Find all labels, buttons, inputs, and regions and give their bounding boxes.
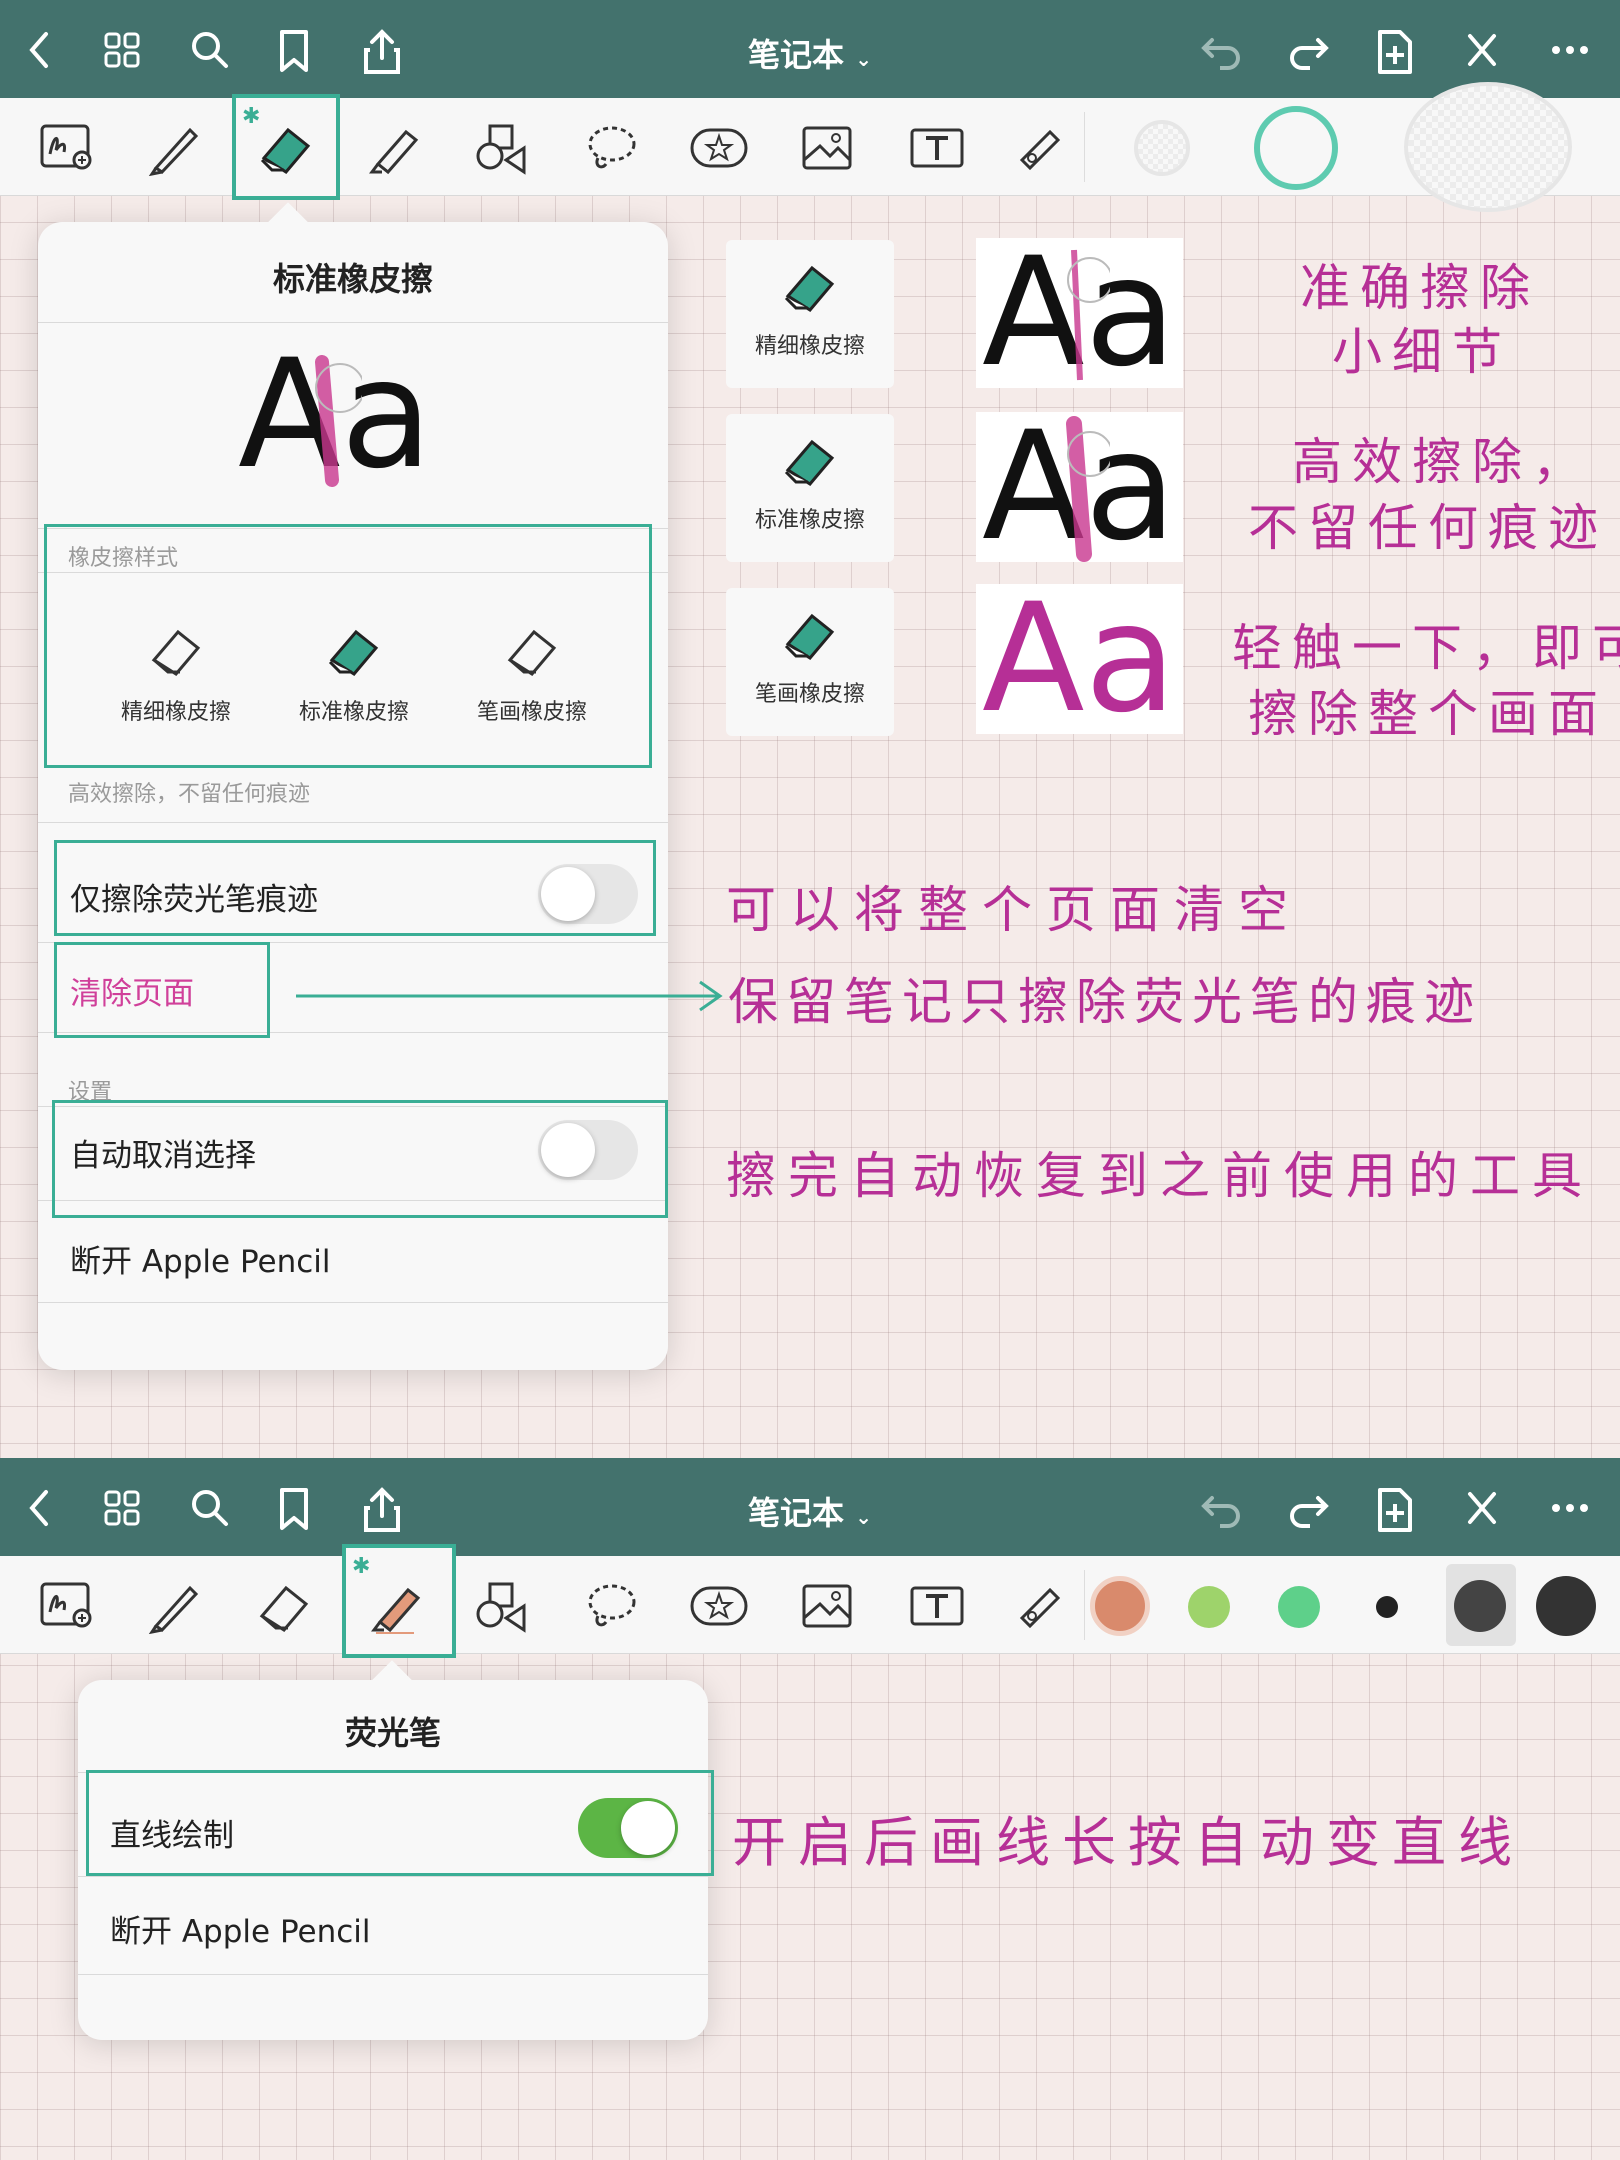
highlighter-icon[interactable] <box>364 120 426 176</box>
more-icon[interactable] <box>1548 1486 1592 1530</box>
auto-deselect-highlight-box <box>52 1100 668 1218</box>
add-page-icon[interactable] <box>1374 28 1414 76</box>
zoom-write-icon[interactable] <box>36 120 98 176</box>
annotation-stroke-2: 擦除整个画面 <box>1248 685 1608 743</box>
image-icon[interactable] <box>796 120 858 176</box>
eraser-size-small[interactable] <box>1134 120 1190 176</box>
annotation-standard-2: 不留任何痕迹 <box>1248 499 1608 557</box>
undo-icon[interactable] <box>1198 28 1246 72</box>
eraser-size-large[interactable] <box>1404 82 1572 212</box>
pen-icon[interactable] <box>142 120 204 176</box>
size-swatch-small[interactable] <box>1376 1596 1398 1618</box>
sticker-icon[interactable] <box>688 1578 750 1634</box>
top-navbar: 笔记本 ⌄ <box>0 0 1620 98</box>
shapes-icon[interactable] <box>470 1578 532 1634</box>
color-swatch-lightgreen[interactable] <box>1188 1586 1230 1628</box>
notebook-title[interactable]: 笔记本 <box>748 36 844 74</box>
panel-title: 标准橡皮擦 <box>272 260 433 298</box>
notebook-title[interactable]: 笔记本 <box>748 1494 844 1532</box>
arrow-connector <box>296 980 723 1012</box>
annotation-stroke-1: 轻触一下，即可 <box>1232 619 1620 677</box>
laser-pointer-icon[interactable] <box>1010 120 1072 176</box>
lasso-icon[interactable] <box>580 120 642 176</box>
bluetooth-icon: ✱ <box>352 1554 371 1579</box>
text-icon[interactable] <box>906 1578 968 1634</box>
straight-line-highlight-box <box>86 1770 714 1876</box>
card-fine-eraser: 精细橡皮擦 <box>726 240 894 388</box>
lasso-icon[interactable] <box>580 1578 642 1634</box>
eraser-size-medium[interactable] <box>1254 106 1338 190</box>
demo-stroke: Aa <box>976 584 1183 734</box>
zoom-write-icon[interactable] <box>36 1578 98 1634</box>
color-swatch-orange[interactable] <box>1090 1576 1150 1636</box>
demo-fine-mark <box>1067 249 1110 381</box>
demo-standard-mark <box>1066 416 1110 562</box>
redo-icon[interactable] <box>1284 1486 1332 1530</box>
annotation-auto-deselect: 擦完自动恢复到之前使用的工具 <box>726 1147 1594 1205</box>
eraser-caption: 高效擦除，不留任何痕迹 <box>68 782 311 807</box>
preview-erase-mark <box>315 355 362 487</box>
laser-pointer-icon[interactable] <box>1010 1578 1072 1634</box>
redo-icon[interactable] <box>1284 28 1332 72</box>
close-icon[interactable] <box>1462 1486 1502 1530</box>
card-standard-eraser: 标准橡皮擦 <box>726 414 894 562</box>
card-stroke-eraser: 笔画橡皮擦 <box>726 588 894 736</box>
annotation-highlighter-only: 保留笔记只擦除荧光笔的痕迹 <box>728 973 1482 1031</box>
more-icon[interactable] <box>1548 28 1592 72</box>
disconnect-pencil-button[interactable]: 断开 Apple Pencil <box>70 1236 331 1281</box>
sticker-icon[interactable] <box>688 120 750 176</box>
size-swatch-medium[interactable] <box>1454 1580 1506 1632</box>
color-swatch-green[interactable] <box>1278 1586 1320 1628</box>
panel-arrow <box>268 202 308 242</box>
annotation-fine-2: 小细节 <box>1332 323 1512 381</box>
size-swatch-large[interactable] <box>1536 1576 1596 1636</box>
disconnect-pencil-button[interactable]: 断开 Apple Pencil <box>110 1906 371 1951</box>
eraser-icon[interactable] <box>252 1578 314 1634</box>
annotation-standard-1: 高效擦除， <box>1292 433 1592 491</box>
undo-icon[interactable] <box>1198 1486 1246 1530</box>
eraser-icon[interactable] <box>254 120 316 176</box>
eraser-style-highlight-box <box>44 524 652 768</box>
panel-arrow <box>372 1660 412 1700</box>
chevron-down-icon[interactable]: ⌄ <box>855 1505 872 1529</box>
tool-toolbar-2: ✱ <box>0 1544 1620 1658</box>
chevron-down-icon[interactable]: ⌄ <box>855 47 872 71</box>
pen-icon[interactable] <box>142 1578 204 1634</box>
annotation-fine-1: 准确擦除 <box>1300 259 1540 317</box>
text-icon[interactable] <box>906 120 968 176</box>
close-icon[interactable] <box>1462 28 1502 72</box>
tool-toolbar: ✱ <box>0 82 1620 212</box>
image-icon[interactable] <box>796 1578 858 1634</box>
top-navbar-2: 笔记本 ⌄ <box>0 1458 1620 1556</box>
annotation-straight-line: 开启后画线长按自动变直线 <box>732 1811 1524 1874</box>
panel-title: 荧光笔 <box>344 1714 441 1752</box>
highlighter-only-highlight-box <box>54 840 656 936</box>
add-page-icon[interactable] <box>1374 1486 1414 1534</box>
highlighter-icon[interactable] <box>366 1578 428 1634</box>
shapes-icon[interactable] <box>470 120 532 176</box>
clear-page-highlight-box <box>54 942 270 1038</box>
annotation-clear-page: 可以将整个页面清空 <box>726 881 1302 939</box>
